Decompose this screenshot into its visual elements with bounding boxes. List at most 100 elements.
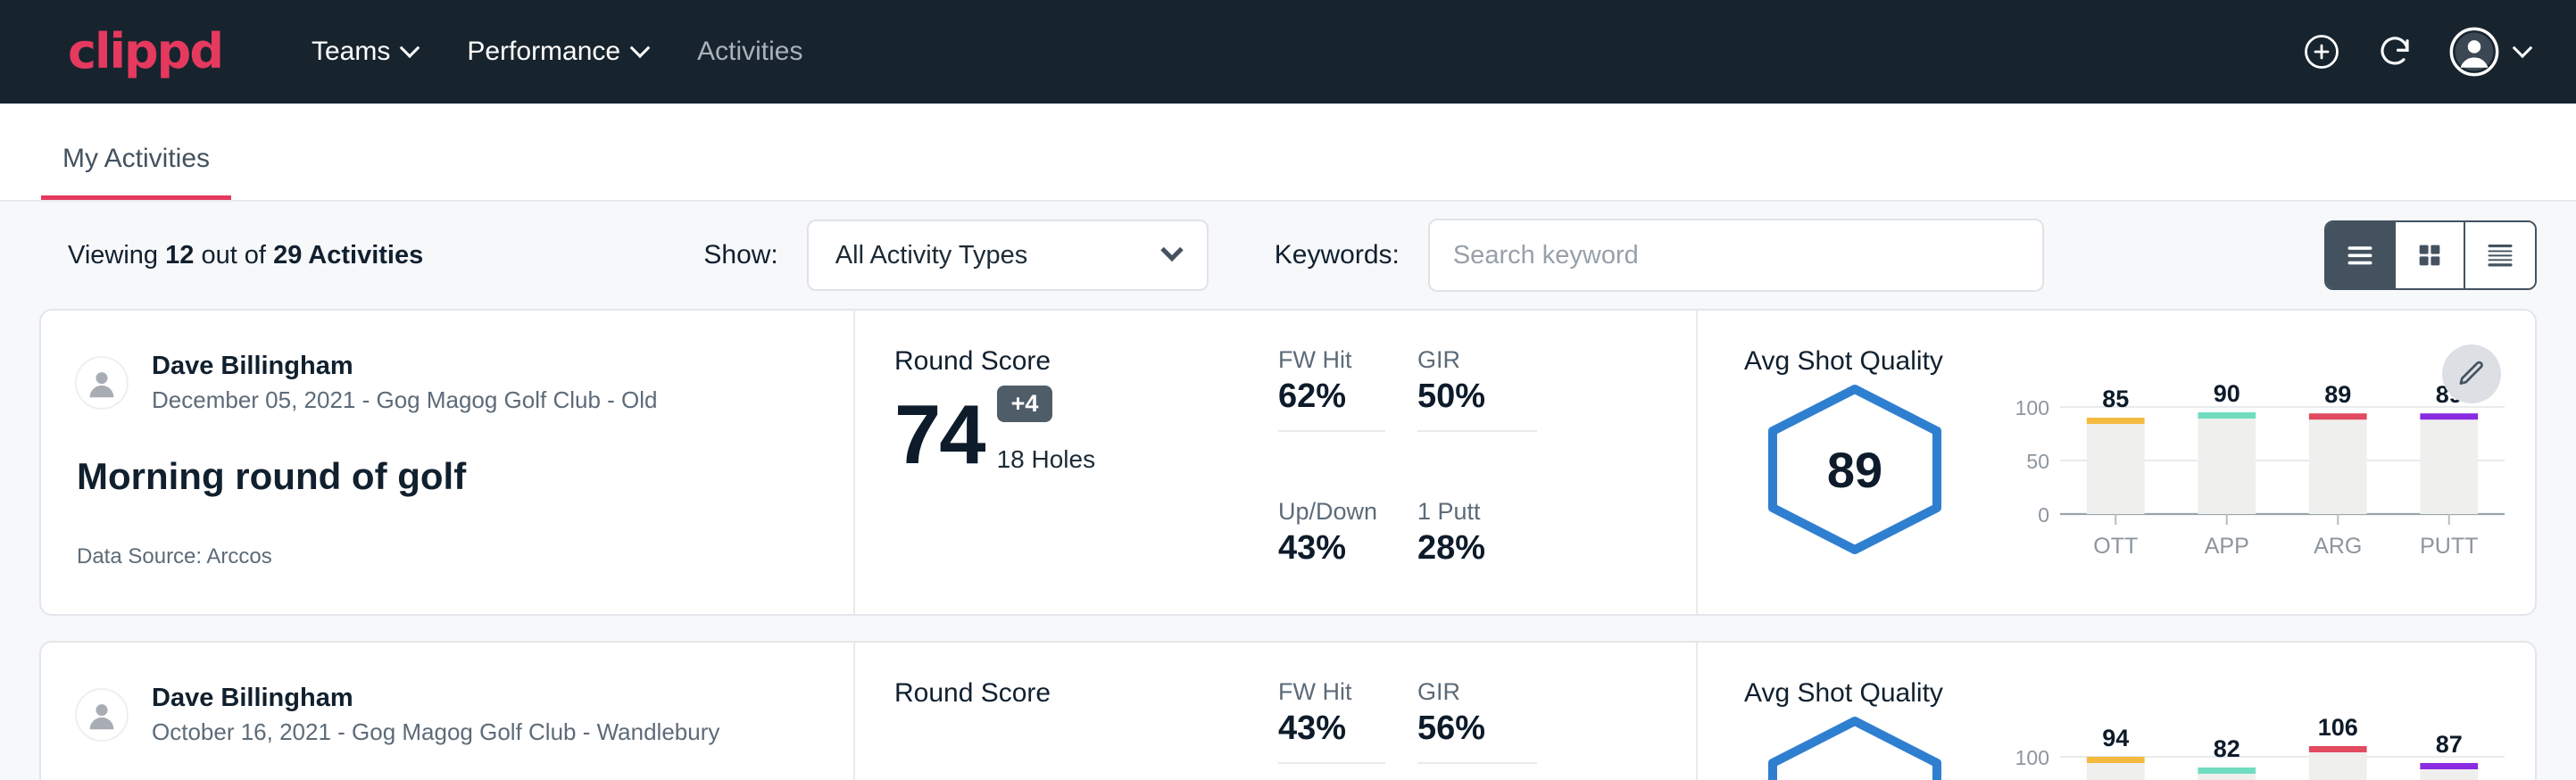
shot-quality-bar-chart: 05010085OTT90APP89ARG89PUTT bbox=[1990, 382, 2535, 569]
stat-value: 28% bbox=[1417, 529, 1537, 568]
view-mode-grid-button[interactable] bbox=[2396, 222, 2465, 288]
stat-up-down: Up/Down 43% bbox=[1278, 478, 1417, 614]
round-stats: FW Hit 43% GIR 56% bbox=[1275, 643, 1698, 780]
svg-text:0: 0 bbox=[2038, 503, 2049, 527]
view-mode-list-button[interactable] bbox=[2326, 222, 2396, 288]
svg-text:ARG: ARG bbox=[2314, 534, 2362, 559]
avg-shot-quality-hexagon bbox=[1760, 714, 1949, 780]
stat-label: Up/Down bbox=[1278, 498, 1385, 526]
svg-text:PUTT: PUTT bbox=[2420, 534, 2478, 559]
svg-text:100: 100 bbox=[2015, 396, 2049, 419]
activity-author: Dave Billingham December 05, 2021 - Gog … bbox=[75, 350, 853, 416]
round-score-label: Round Score bbox=[894, 346, 1275, 377]
stat-fw-hit: FW Hit 43% bbox=[1278, 678, 1417, 780]
filter-controls: Show: All Activity Types Keywords: bbox=[703, 219, 2043, 292]
svg-text:85: 85 bbox=[2102, 386, 2129, 412]
compact-view-icon bbox=[2484, 239, 2516, 271]
app-logo[interactable]: clippd bbox=[68, 28, 222, 76]
score-to-par-badge: +4 bbox=[997, 386, 1053, 422]
person-icon bbox=[81, 362, 122, 403]
stat-label: GIR bbox=[1417, 678, 1537, 706]
person-icon bbox=[81, 694, 122, 735]
hexagon-icon bbox=[1760, 714, 1949, 780]
tab-my-activities[interactable]: My Activities bbox=[41, 145, 231, 200]
viewing-middle: out of bbox=[201, 241, 266, 270]
stat-one-putt: 1 Putt 28% bbox=[1417, 478, 1569, 614]
activity-type-select[interactable]: All Activity Types bbox=[807, 220, 1209, 291]
stat-label: FW Hit bbox=[1278, 346, 1385, 374]
svg-text:50: 50 bbox=[2026, 450, 2049, 473]
viewing-count: 12 bbox=[165, 241, 194, 270]
tab-bar: My Activities bbox=[0, 104, 2576, 202]
keywords-label: Keywords: bbox=[1275, 240, 1400, 270]
search-input[interactable] bbox=[1428, 219, 2044, 292]
activity-author: Dave Billingham October 16, 2021 - Gog M… bbox=[75, 682, 853, 748]
nav-item-teams-label: Teams bbox=[312, 37, 390, 67]
round-score-section: Round Score + bbox=[855, 643, 1275, 780]
avg-shot-quality-section: Avg Shot Quality 89 05010085OTT90APP89AR… bbox=[1698, 311, 2535, 614]
stat-gir: GIR 56% bbox=[1417, 678, 1569, 780]
activity-meta: December 05, 2021 - Gog Magog Golf Club … bbox=[152, 386, 658, 416]
avatar bbox=[75, 688, 129, 742]
nav-item-performance[interactable]: Performance bbox=[467, 37, 647, 67]
page-content: Viewing 12 out of 29 Activities Show: Al… bbox=[0, 202, 2576, 780]
player-name: Dave Billingham bbox=[152, 350, 658, 382]
primary-nav: Teams Performance Activities bbox=[312, 37, 802, 67]
svg-text:87: 87 bbox=[2436, 731, 2463, 758]
chevron-down-icon bbox=[630, 37, 651, 58]
activity-card-header: Dave Billingham December 05, 2021 - Gog … bbox=[41, 311, 855, 614]
round-score-value: 74 bbox=[894, 394, 985, 474]
svg-text:100: 100 bbox=[2015, 746, 2049, 769]
avg-shot-quality-label: Avg Shot Quality bbox=[1744, 678, 2535, 709]
svg-text:82: 82 bbox=[2214, 735, 2240, 762]
add-icon[interactable] bbox=[2303, 33, 2340, 71]
stat-value: 50% bbox=[1417, 378, 1537, 432]
activity-card[interactable]: Dave Billingham December 05, 2021 - Gog … bbox=[39, 309, 2537, 616]
stat-label: 1 Putt bbox=[1417, 498, 1537, 526]
shot-quality-bar-chart: 010094OTT82APP106ARG87PUTT bbox=[1990, 714, 2535, 780]
edit-activity-button[interactable] bbox=[2442, 344, 2501, 403]
show-label: Show: bbox=[703, 240, 777, 270]
chevron-down-icon bbox=[400, 37, 420, 58]
pencil-icon bbox=[2456, 359, 2487, 389]
svg-text:OTT: OTT bbox=[2093, 534, 2138, 559]
activity-type-value: All Activity Types bbox=[835, 241, 1027, 270]
activity-card[interactable]: Dave Billingham October 16, 2021 - Gog M… bbox=[39, 641, 2537, 780]
nav-item-activities[interactable]: Activities bbox=[697, 37, 802, 67]
avg-shot-quality-hexagon: 89 bbox=[1760, 382, 1949, 557]
nav-item-activities-label: Activities bbox=[697, 37, 802, 67]
player-name: Dave Billingham bbox=[152, 682, 719, 714]
avg-shot-quality-label: Avg Shot Quality bbox=[1744, 346, 2535, 377]
round-score-section: Round Score 74 +4 18 Holes bbox=[855, 311, 1275, 614]
viewing-count-label: Viewing 12 out of 29 Activities bbox=[68, 241, 423, 270]
svg-text:APP: APP bbox=[2205, 534, 2249, 559]
avg-shot-quality-value: 89 bbox=[1760, 382, 1949, 557]
stat-label: FW Hit bbox=[1278, 678, 1385, 706]
account-menu[interactable] bbox=[2449, 27, 2530, 77]
round-score-row: + bbox=[894, 718, 1275, 780]
grid-view-icon bbox=[2414, 240, 2445, 270]
activity-data-source: Data Source: Arccos bbox=[77, 544, 853, 569]
round-score-row: 74 +4 18 Holes bbox=[894, 386, 1275, 474]
stat-value: 56% bbox=[1417, 709, 1537, 764]
view-mode-compact-button[interactable] bbox=[2465, 222, 2535, 288]
stat-value: 43% bbox=[1278, 709, 1385, 764]
nav-item-performance-label: Performance bbox=[467, 37, 620, 67]
list-view-icon bbox=[2344, 239, 2376, 271]
stat-gir: GIR 50% bbox=[1417, 346, 1569, 478]
chevron-down-icon bbox=[2513, 37, 2533, 58]
activity-meta: October 16, 2021 - Gog Magog Golf Club -… bbox=[152, 718, 719, 748]
nav-item-teams[interactable]: Teams bbox=[312, 37, 417, 67]
avg-shot-quality-section: Avg Shot Quality 010094OTT82APP106ARG87P… bbox=[1698, 643, 2535, 780]
viewing-prefix: Viewing bbox=[68, 241, 158, 270]
stat-value: 43% bbox=[1278, 529, 1385, 568]
round-stats: FW Hit 62% GIR 50% Up/Down 43% 1 Putt 28… bbox=[1275, 311, 1698, 614]
viewing-total: 29 Activities bbox=[273, 241, 423, 270]
svg-text:94: 94 bbox=[2102, 725, 2129, 751]
view-mode-toggle bbox=[2324, 220, 2537, 290]
top-navigation-bar: clippd Teams Performance Activities bbox=[0, 0, 2576, 104]
nav-actions bbox=[2303, 27, 2530, 77]
svg-text:89: 89 bbox=[2324, 382, 2351, 408]
refresh-icon[interactable] bbox=[2376, 33, 2414, 71]
holes-label: 18 Holes bbox=[997, 445, 1096, 474]
